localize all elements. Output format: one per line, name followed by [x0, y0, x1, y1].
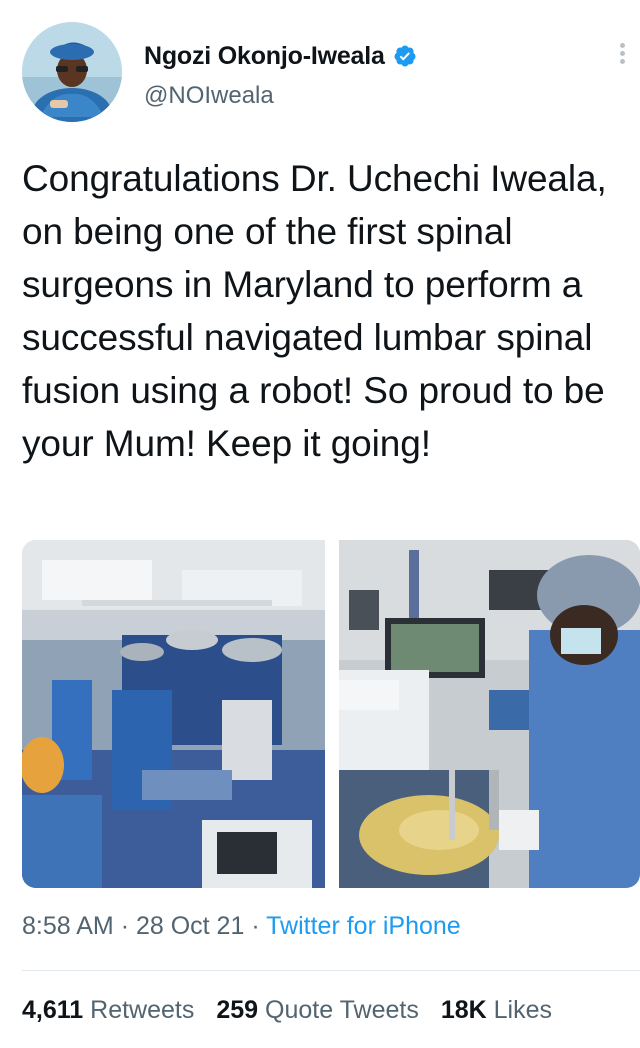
- retweets-label: Retweets: [90, 996, 195, 1024]
- tweet-date[interactable]: 28 Oct 21: [136, 912, 244, 940]
- surgeon-robot-image: [339, 540, 640, 888]
- photo-surgeon-robot[interactable]: [339, 540, 640, 888]
- likes-label: Likes: [493, 996, 553, 1024]
- likes-stat[interactable]: 18K Likes: [441, 996, 552, 1025]
- more-options-icon[interactable]: [612, 40, 632, 76]
- author-handle[interactable]: @NOIweala: [144, 82, 417, 110]
- quote-tweets-stat[interactable]: 259 Quote Tweets: [216, 996, 418, 1025]
- operating-room-image: [22, 540, 325, 888]
- retweets-stat[interactable]: 4,611 Retweets: [22, 996, 194, 1025]
- engagement-stats: 4,611 Retweets 259 Quote Tweets 18K Like…: [22, 996, 552, 1025]
- tweet-meta: 8:58 AM · 28 Oct 21 · Twitter for iPhone: [22, 912, 461, 941]
- quote-tweets-count: 259: [216, 996, 259, 1024]
- avatar[interactable]: [22, 22, 122, 122]
- display-name-row: Ngozi Okonjo-Iweala: [144, 40, 417, 72]
- likes-count: 18K: [440, 996, 487, 1024]
- verified-badge-icon: [393, 44, 417, 68]
- photo-operating-room[interactable]: [22, 540, 325, 888]
- quote-tweets-label: Quote Tweets: [265, 996, 419, 1024]
- meta-separator-2: ·: [251, 912, 260, 940]
- author-names: Ngozi Okonjo-Iweala @NOIweala: [144, 40, 417, 110]
- tweet-media: [22, 540, 640, 888]
- retweets-count: 4,611: [22, 996, 84, 1024]
- avatar-image: [22, 22, 122, 122]
- tweet-header: Ngozi Okonjo-Iweala @NOIweala: [22, 22, 625, 132]
- meta-separator: ·: [120, 912, 130, 940]
- display-name[interactable]: Ngozi Okonjo-Iweala: [144, 42, 385, 71]
- tweet-text: Congratulations Dr. Uchechi Iweala, on b…: [22, 158, 607, 464]
- divider: [22, 970, 640, 971]
- tweet-source-link[interactable]: Twitter for iPhone: [266, 912, 461, 940]
- tweet-time[interactable]: 8:58 AM: [22, 912, 114, 940]
